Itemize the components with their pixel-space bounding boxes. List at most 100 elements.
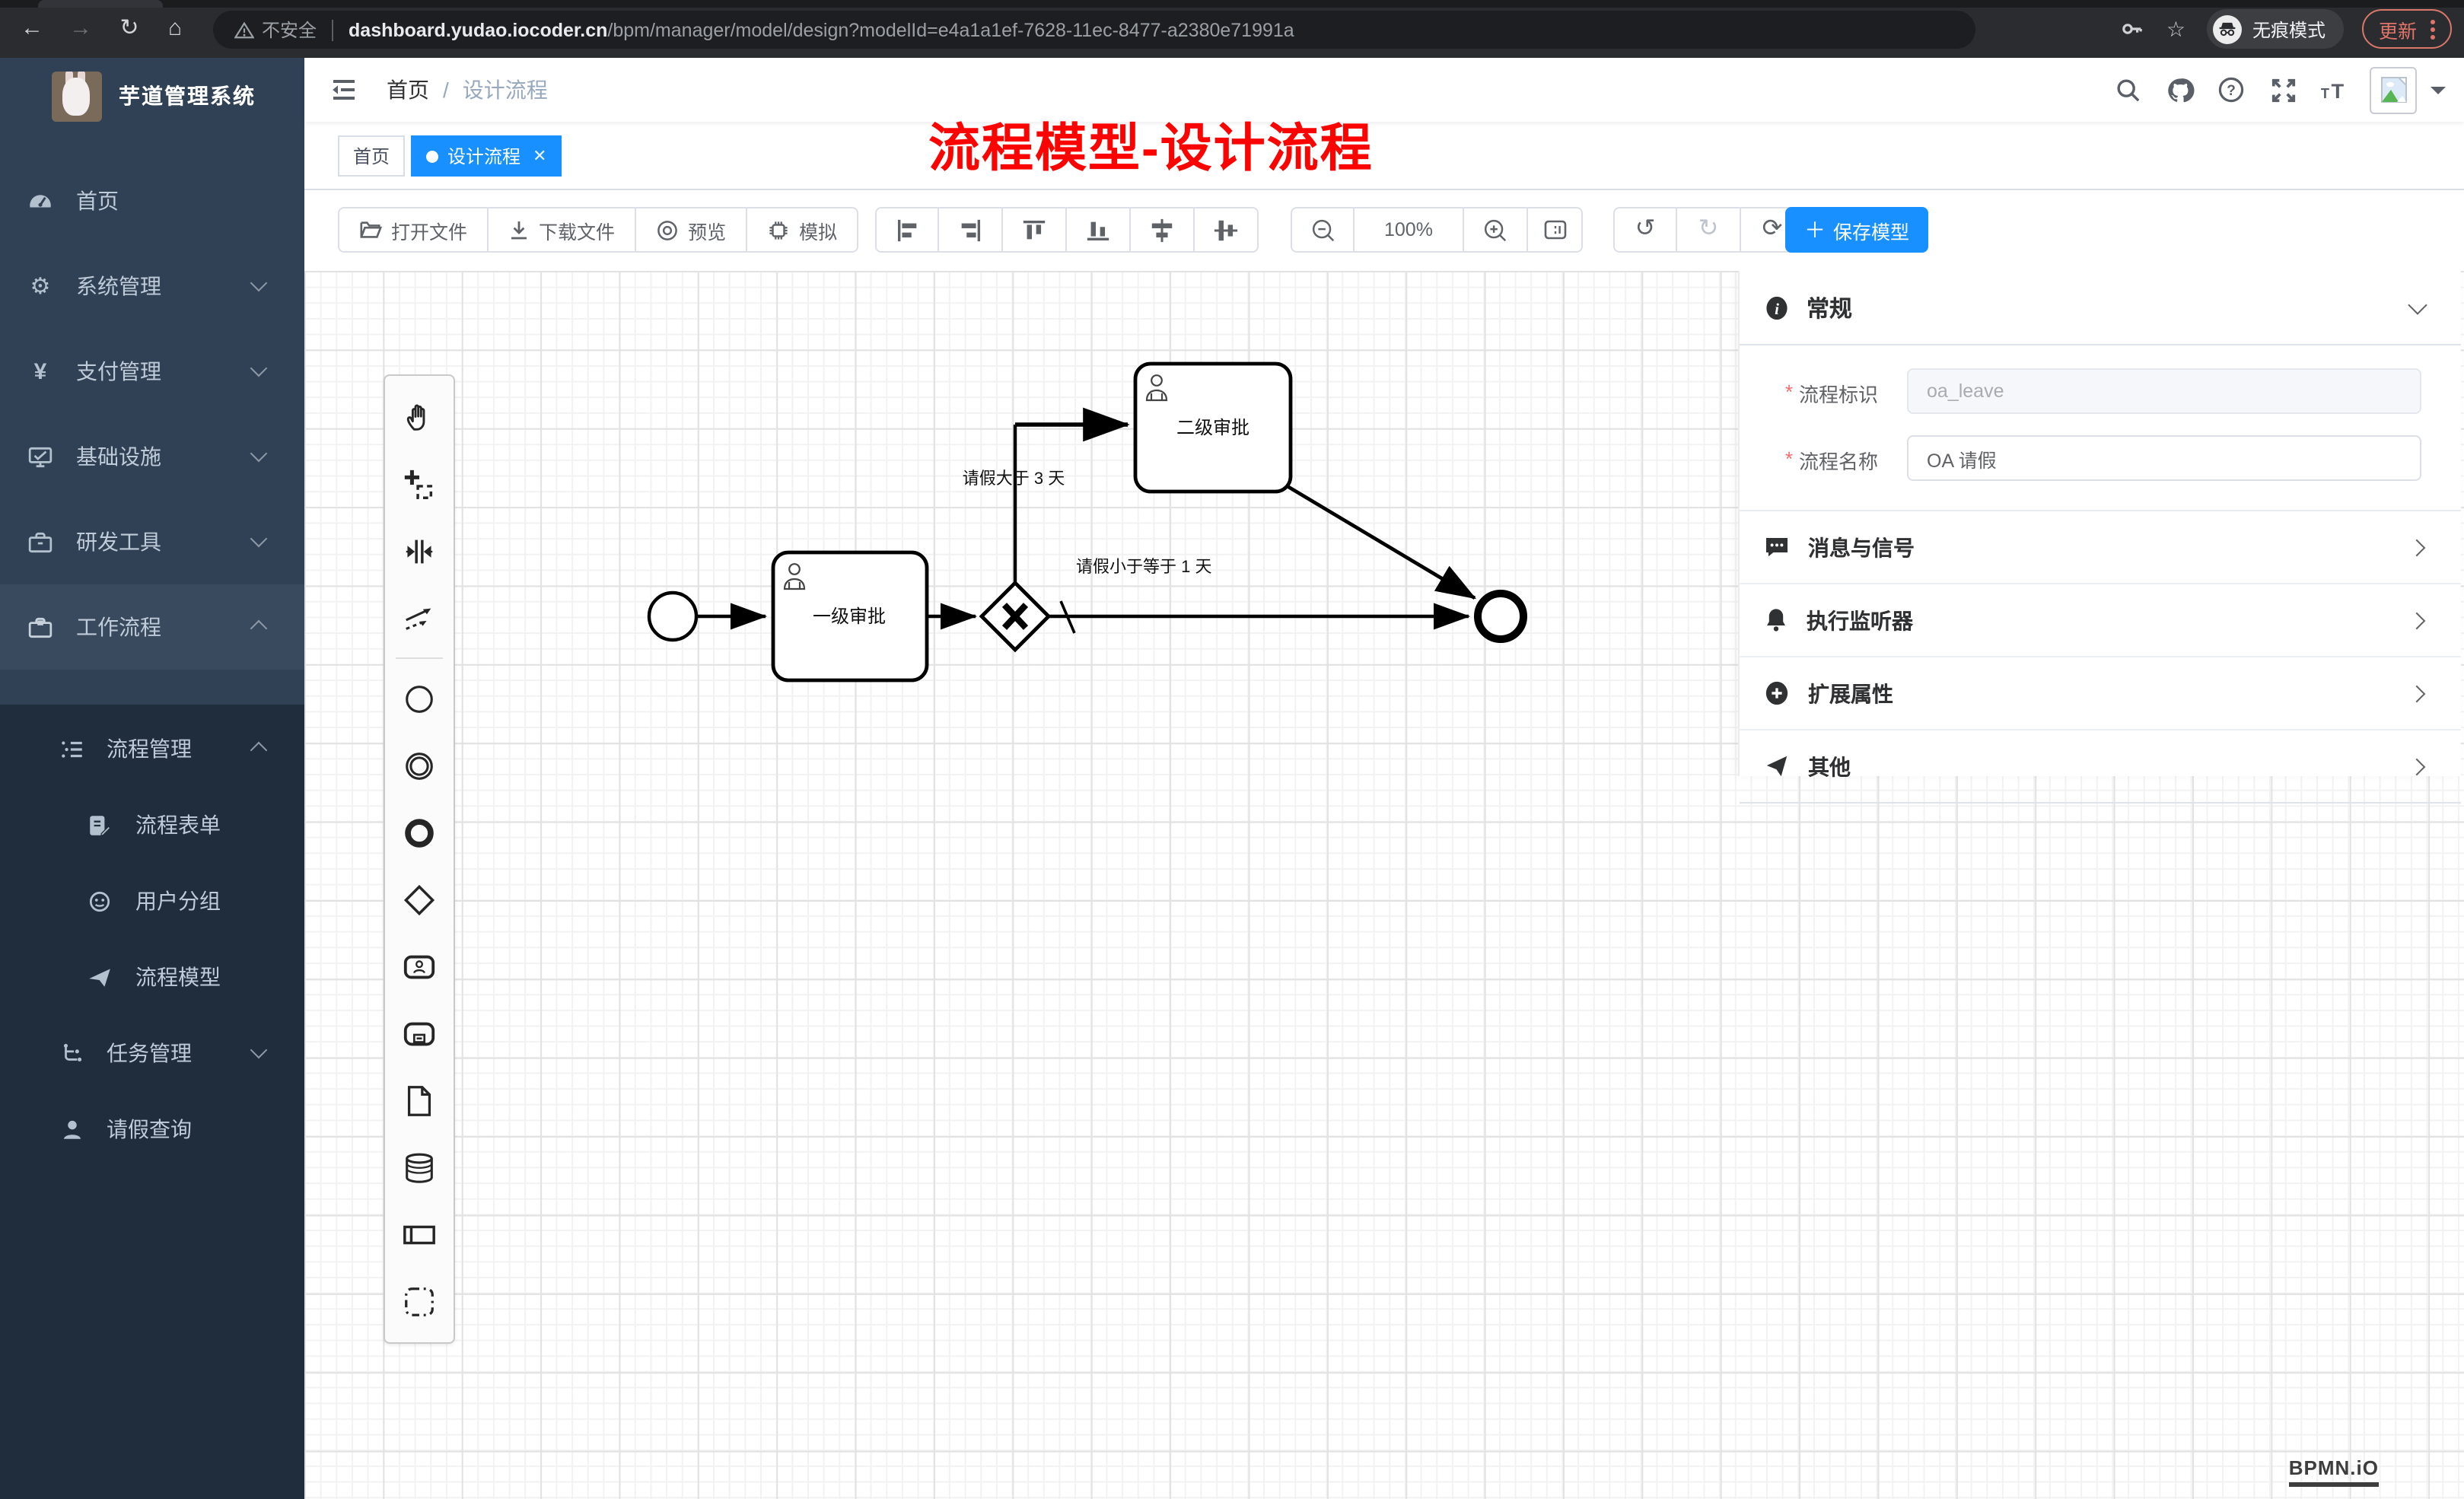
- password-key-icon[interactable]: [2121, 17, 2145, 41]
- sidebar-item-label: 基础设施: [76, 441, 161, 472]
- sidebar-item-leave-query[interactable]: 请假查询: [0, 1091, 304, 1167]
- align-center-button[interactable]: [1195, 207, 1259, 253]
- sidebar-item-label: 流程模型: [135, 962, 221, 992]
- tab-home[interactable]: 首页: [338, 135, 405, 177]
- flow-task2-to-end[interactable]: [1286, 485, 1475, 598]
- sidebar-item-label: 任务管理: [107, 1038, 192, 1068]
- address-bar[interactable]: 不安全 dashboard.yudao.iocoder.cn/bpm/manag…: [213, 11, 1975, 49]
- font-size-icon[interactable]: TT: [2309, 58, 2361, 122]
- download-file-button[interactable]: 下载文件: [489, 207, 636, 253]
- app-logo-row[interactable]: 芋道管理系统: [0, 58, 304, 134]
- not-secure-badge[interactable]: 不安全: [234, 17, 317, 43]
- collapse-sidebar-icon[interactable]: [329, 75, 359, 105]
- address-divider: [332, 19, 333, 40]
- svg-text:T: T: [2331, 79, 2344, 102]
- user-task-level1[interactable]: 一级审批: [773, 552, 927, 680]
- close-icon[interactable]: ✕: [533, 146, 546, 166]
- url-host: dashboard.yudao.iocoder.cn: [349, 19, 607, 40]
- back-button-icon[interactable]: ←: [18, 15, 46, 43]
- tab-design-process[interactable]: 设计流程 ✕: [411, 135, 562, 177]
- align-middle-button[interactable]: [1131, 207, 1195, 253]
- people-icon: [87, 888, 113, 914]
- reload-icon[interactable]: ↻: [116, 15, 143, 43]
- sidebar-item-task-mgmt[interactable]: 任务管理: [0, 1015, 304, 1091]
- forward-button-icon[interactable]: →: [67, 15, 94, 43]
- person-icon: [59, 1116, 85, 1142]
- properties-panel: i 常规 * 流程标识 * 流程名称: [1738, 271, 2461, 776]
- search-icon[interactable]: [2102, 58, 2154, 122]
- zoom-reset-button[interactable]: [1528, 207, 1583, 253]
- end-event[interactable]: [1478, 594, 1523, 639]
- zoom-in-button[interactable]: [1464, 207, 1528, 253]
- sidebar-item-workflow[interactable]: 工作流程: [0, 584, 304, 670]
- sidebar-item-process-mgmt[interactable]: 流程管理: [0, 711, 304, 787]
- zoom-out-button[interactable]: [1291, 207, 1355, 253]
- browser-menu-icon[interactable]: [2431, 19, 2435, 39]
- breadcrumb-home[interactable]: 首页: [387, 75, 429, 105]
- edge-label-gt3[interactable]: 请假大于 3 天: [963, 469, 1065, 488]
- github-icon[interactable]: [2154, 58, 2205, 122]
- bookmark-star-icon[interactable]: ☆: [2166, 16, 2185, 42]
- save-model-button[interactable]: ＋ 保存模型: [1785, 207, 1928, 253]
- sidebar-item-process-model[interactable]: 流程模型: [0, 939, 304, 1015]
- breadcrumb-current: 设计流程: [463, 75, 548, 105]
- undo-button[interactable]: ↺: [1613, 207, 1677, 253]
- sidebar-item-user-group[interactable]: 用户分组: [0, 863, 304, 939]
- chevron-right-icon: [2408, 539, 2426, 556]
- chip-icon: [767, 218, 790, 241]
- zoom-level: 100%: [1355, 207, 1464, 253]
- home-icon[interactable]: ⌂: [161, 15, 189, 43]
- user-task-level2[interactable]: 二级审批: [1135, 364, 1291, 492]
- fullscreen-icon[interactable]: [2257, 58, 2309, 122]
- incognito-label: 无痕模式: [2252, 16, 2326, 42]
- sidebar-item-process-form[interactable]: 流程表单: [0, 787, 304, 863]
- section-title: 消息与信号: [1808, 532, 1915, 562]
- edge-label-lte1[interactable]: 请假小于等于 1 天: [1076, 557, 1211, 576]
- exclusive-gateway[interactable]: [982, 583, 1049, 650]
- section-message-signal[interactable]: 消息与信号: [1740, 511, 2461, 584]
- bpmn-canvas[interactable]: 一级审批 二级审批: [304, 271, 2464, 1499]
- process-name-input[interactable]: [1907, 435, 2421, 481]
- chevron-down-icon: [250, 1042, 268, 1059]
- chevron-up-icon: [250, 620, 268, 638]
- browser-update-button[interactable]: 更新: [2362, 9, 2452, 49]
- align-middle-icon: [1149, 217, 1175, 243]
- browser-active-tab[interactable]: [38, 0, 163, 8]
- process-key-input[interactable]: [1907, 368, 2421, 414]
- breadcrumb: 首页 / 设计流程: [387, 58, 548, 122]
- help-icon[interactable]: ?: [2205, 58, 2257, 122]
- avatar-caret-icon[interactable]: [2431, 86, 2446, 101]
- align-left-button[interactable]: [875, 207, 939, 253]
- info-icon: i: [1764, 294, 1790, 320]
- align-bottom-button[interactable]: [1067, 207, 1131, 253]
- zoom-reset-icon: [1542, 219, 1567, 240]
- sidebar-item-label: 用户分组: [135, 886, 221, 916]
- start-event[interactable]: [649, 593, 696, 640]
- simulate-button[interactable]: 模拟: [747, 207, 858, 253]
- required-mark: *: [1785, 447, 1793, 470]
- redo-button[interactable]: ↻: [1677, 207, 1741, 253]
- broken-image-icon: [2378, 75, 2408, 105]
- section-other[interactable]: 其他: [1740, 730, 2461, 804]
- align-right-button[interactable]: [939, 207, 1003, 253]
- section-extended-attributes[interactable]: 扩展属性: [1740, 657, 2461, 730]
- open-file-button[interactable]: 打开文件: [338, 207, 489, 253]
- sidebar-item-payment[interactable]: ¥ 支付管理: [0, 329, 304, 414]
- chevron-down-icon: [250, 275, 268, 292]
- align-top-button[interactable]: [1003, 207, 1067, 253]
- general-section-header[interactable]: i 常规: [1740, 271, 2461, 345]
- sidebar-item-system[interactable]: ⚙ 系统管理: [0, 243, 304, 329]
- watermark-text: BPMN.iO: [2289, 1456, 2379, 1479]
- sidebar-item-infra[interactable]: 基础设施: [0, 414, 304, 499]
- preview-button[interactable]: 预览: [636, 207, 747, 253]
- incognito-badge: 无痕模式: [2207, 9, 2344, 49]
- section-title: 常规: [1807, 291, 1852, 323]
- sidebar-item-devtools[interactable]: 研发工具: [0, 499, 304, 584]
- required-mark: *: [1785, 380, 1793, 403]
- app-title: 芋道管理系统: [119, 81, 256, 111]
- sidebar-item-home[interactable]: 首页: [0, 158, 304, 243]
- url-path: /bpm/manager/model/design?modelId=e4a1a1…: [607, 19, 1294, 40]
- section-execution-listener[interactable]: 执行监听器: [1740, 584, 2461, 657]
- bpmn-io-watermark[interactable]: BPMN.iO: [2289, 1456, 2379, 1487]
- avatar[interactable]: [2370, 66, 2417, 113]
